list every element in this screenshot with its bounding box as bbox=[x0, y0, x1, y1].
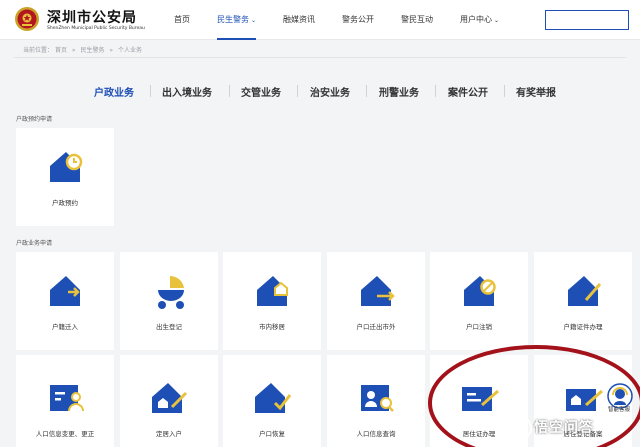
tab-public-order[interactable]: 治安业务 bbox=[310, 84, 350, 99]
police-emblem-icon bbox=[15, 7, 39, 31]
tab-traffic[interactable]: 交管业务 bbox=[241, 84, 281, 99]
divider bbox=[14, 57, 626, 58]
chevron-down-icon: ⌄ bbox=[494, 17, 500, 24]
section-title: 户政预约申请 bbox=[16, 116, 53, 123]
card-label: 人口信息查询 bbox=[356, 430, 396, 438]
house-check-icon bbox=[255, 383, 292, 413]
tab-reward-report[interactable]: 有奖举报 bbox=[516, 84, 556, 99]
brand-name[interactable]: 深圳市公安局 bbox=[47, 7, 137, 27]
nav-home[interactable]: 首页 bbox=[174, 0, 190, 40]
brand-name-en: ShenZhen Municipal Public Security Burea… bbox=[47, 26, 145, 31]
residence-card-pen-icon bbox=[462, 387, 499, 411]
breadcrumb-separator: » bbox=[109, 47, 114, 54]
card-label: 户口迁出市外 bbox=[356, 323, 396, 331]
divider bbox=[297, 85, 298, 97]
divider bbox=[366, 85, 367, 97]
service-card-certificate[interactable]: 户籍证件办理 bbox=[534, 252, 632, 350]
card-label: 户政预约 bbox=[52, 199, 78, 207]
header: 深圳市公安局 ShenZhen Municipal Public Securit… bbox=[0, 0, 640, 40]
house-cancel-icon bbox=[464, 276, 496, 306]
service-card-restore[interactable]: 户口恢复 bbox=[223, 355, 321, 447]
divider bbox=[504, 85, 505, 97]
nav-media[interactable]: 融媒资讯 bbox=[283, 0, 315, 40]
document-person-icon bbox=[50, 385, 84, 412]
residence-register-icon bbox=[566, 389, 603, 411]
divider bbox=[229, 85, 230, 97]
breadcrumb-separator: » bbox=[71, 47, 76, 54]
service-card-move-out-city[interactable]: 户口迁出市外 bbox=[327, 252, 425, 350]
service-card-settle[interactable]: 定居入户 bbox=[120, 355, 218, 447]
house-arrow-out-icon bbox=[361, 276, 395, 306]
section-title: 户政业务申请 bbox=[16, 240, 53, 247]
tab-household[interactable]: 户政业务 bbox=[94, 84, 134, 99]
card-label: 出生登记 bbox=[156, 323, 182, 331]
house-move-icon bbox=[257, 276, 288, 306]
house-clock-icon bbox=[50, 152, 83, 182]
service-card-household-move-in[interactable]: 户籍迁入 bbox=[16, 252, 114, 350]
card-label: 人口信息变更、更正 bbox=[35, 430, 95, 438]
service-card-appointment[interactable]: 户政预约 bbox=[16, 128, 114, 226]
tab-criminal[interactable]: 刑警业务 bbox=[379, 84, 419, 99]
house-arrow-in-icon bbox=[50, 276, 80, 306]
card-label: 户籍迁入 bbox=[52, 323, 78, 331]
watermark-text: 悟空问答 bbox=[534, 420, 594, 436]
nav-interaction[interactable]: 警民互动 bbox=[401, 0, 433, 40]
nav-user-center[interactable]: 用户中心 ⌄ bbox=[460, 0, 499, 40]
card-label: 户籍证件办理 bbox=[563, 323, 603, 331]
card-label: 市内移居 bbox=[259, 323, 285, 331]
house-settle-icon bbox=[152, 383, 188, 413]
nav-livelihood[interactable]: 民生警务 ⌄ bbox=[217, 0, 257, 40]
tab-exit-entry[interactable]: 出入境业务 bbox=[162, 84, 212, 99]
house-pen-icon bbox=[568, 276, 602, 306]
id-card-search-icon bbox=[361, 385, 394, 412]
tab-case-disclosure[interactable]: 案件公开 bbox=[448, 84, 488, 99]
search-input[interactable] bbox=[545, 10, 629, 30]
service-card-move-within-city[interactable]: 市内移居 bbox=[223, 252, 321, 350]
service-card-info-query[interactable]: 人口信息查询 bbox=[327, 355, 425, 447]
breadcrumb: 当前位置： 首页 » 民生警务 » 个人业务 bbox=[23, 45, 142, 54]
chevron-down-icon: ⌄ bbox=[251, 17, 257, 24]
breadcrumb-livelihood[interactable]: 民生警务 bbox=[80, 47, 104, 54]
card-label: 户口恢复 bbox=[259, 430, 285, 438]
card-label: 户口注销 bbox=[466, 323, 492, 331]
helper-label[interactable]: 智能客服 bbox=[608, 405, 630, 413]
service-card-household-cancel[interactable]: 户口注销 bbox=[430, 252, 528, 350]
breadcrumb-prefix: 当前位置： bbox=[23, 47, 54, 54]
divider bbox=[150, 85, 151, 97]
divider bbox=[435, 85, 436, 97]
card-label: 定居入户 bbox=[156, 430, 182, 438]
breadcrumb-personal: 个人业务 bbox=[118, 47, 143, 54]
breadcrumb-home[interactable]: 首页 bbox=[55, 47, 67, 54]
baby-stroller-icon bbox=[158, 275, 184, 309]
nav-disclosure[interactable]: 警务公开 bbox=[342, 0, 374, 40]
service-card-birth-registration[interactable]: 出生登记 bbox=[120, 252, 218, 350]
service-card-info-change[interactable]: 人口信息变更、更正 bbox=[16, 355, 114, 447]
